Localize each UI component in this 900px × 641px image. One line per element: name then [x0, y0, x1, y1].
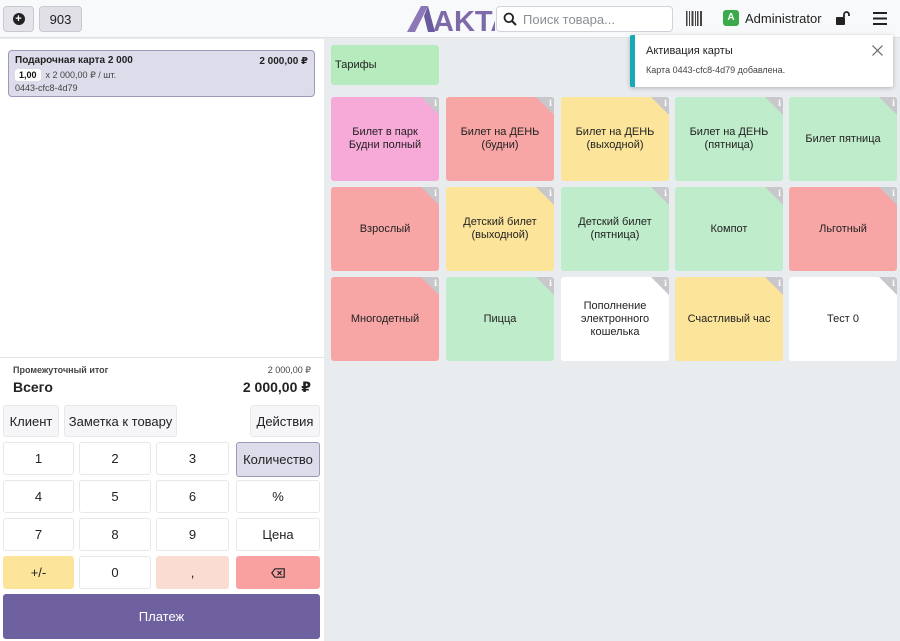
info-icon[interactable]: i	[434, 277, 437, 290]
search-input[interactable]	[523, 11, 663, 27]
notification-toast: Активация карты Карта 0443-cfc8-4d79 доб…	[630, 35, 893, 87]
info-icon[interactable]: i	[892, 277, 895, 290]
backspace-icon	[271, 567, 285, 578]
product-name: Компот	[710, 222, 748, 235]
product-tile[interactable]: i Счастливый час	[675, 277, 783, 361]
info-icon[interactable]: i	[778, 277, 781, 290]
product-name: Билет на ДЕНЬ (пятница)	[689, 126, 769, 151]
key-8[interactable]: 8	[79, 518, 151, 551]
plus-minus-button[interactable]: +/-	[3, 556, 74, 589]
item-note-button[interactable]: Заметка к товару	[64, 405, 177, 437]
plus-circle-icon: +	[12, 13, 25, 25]
new-order-button[interactable]: +	[3, 6, 34, 32]
info-icon[interactable]: i	[778, 97, 781, 110]
product-tile[interactable]: i Компот	[675, 187, 783, 271]
product-name: Взрослый	[359, 222, 411, 235]
product-tile[interactable]: i Билет на ДЕНЬ (будни)	[446, 97, 554, 181]
info-icon[interactable]: i	[664, 97, 667, 110]
product-name: Счастливый час	[687, 312, 771, 325]
product-tile[interactable]: i Тест 0	[789, 277, 897, 361]
product-tile[interactable]: i Детский билет (пятница)	[561, 187, 669, 271]
info-icon[interactable]: i	[778, 187, 781, 200]
product-tile[interactable]: i Взрослый	[331, 187, 439, 271]
key-6[interactable]: 6	[156, 480, 229, 513]
info-icon[interactable]: i	[549, 187, 552, 200]
price-mode-button[interactable]: Цена	[236, 518, 320, 551]
backspace-button[interactable]	[236, 556, 320, 589]
client-button[interactable]: Клиент	[3, 405, 59, 437]
product-tile[interactable]: i Пополнение электронного кошелька	[561, 277, 669, 361]
product-name: Пицца	[483, 312, 517, 325]
product-name: Многодетный	[350, 312, 420, 325]
actions-button[interactable]: Действия	[250, 405, 320, 437]
product-name: Билет пятница	[805, 132, 881, 145]
info-icon[interactable]: i	[549, 277, 552, 290]
product-tile[interactable]: i Детский билет (выходной)	[446, 187, 554, 271]
key-1[interactable]: 1	[3, 442, 74, 475]
close-icon[interactable]	[872, 45, 883, 56]
key-2[interactable]: 2	[79, 442, 151, 475]
info-icon[interactable]: i	[892, 187, 895, 200]
hamburger-menu-icon[interactable]	[873, 12, 887, 25]
product-name: Детский билет (выходной)	[463, 216, 537, 241]
total-label: Всего	[13, 379, 53, 395]
product-tile[interactable]: i Билет в парк Будни полный	[331, 97, 439, 181]
akta-logo: AKTA	[407, 6, 495, 36]
discount-percent-button[interactable]: %	[236, 480, 320, 513]
logo-text: AKTA	[433, 6, 495, 36]
product-tile[interactable]: i Билет на ДЕНЬ (выходной)	[561, 97, 669, 181]
key-4[interactable]: 4	[3, 480, 74, 513]
product-name: Тест 0	[827, 312, 859, 325]
top-bar: + 903 AKTA A Administrator	[0, 0, 900, 38]
cart-item-qty[interactable]: 1,00	[15, 69, 41, 81]
cart-item-code: 0443-cfc8-4d79	[15, 83, 78, 93]
order-number-button[interactable]: 903	[39, 6, 82, 32]
user-avatar: A	[723, 10, 739, 26]
info-icon[interactable]: i	[434, 97, 437, 110]
product-name: Билет в парк Будни полный	[348, 126, 422, 151]
cart-item-unit-price: x 2 000,00 ₽ / шт.	[45, 69, 117, 80]
toast-title: Активация карты	[646, 45, 733, 57]
product-name: Детский билет (пятница)	[578, 216, 652, 241]
cart-item[interactable]: Подарочная карта 2 000 2 000,00 ₽ 1,00 x…	[8, 50, 315, 97]
unlock-icon[interactable]	[836, 11, 850, 26]
info-icon[interactable]: i	[892, 97, 895, 110]
product-name: Льготный	[819, 222, 867, 235]
product-tile[interactable]: i Билет на ДЕНЬ (пятница)	[675, 97, 783, 181]
product-tile[interactable]: i Билет пятница	[789, 97, 897, 181]
key-3[interactable]: 3	[156, 442, 229, 475]
product-name: Билет на ДЕНЬ (будни)	[460, 126, 540, 151]
total-value: 2 000,00 ₽	[242, 379, 311, 395]
user-name: Administrator	[745, 10, 822, 26]
product-name: Билет на ДЕНЬ (выходной)	[575, 126, 655, 151]
user-menu[interactable]: A Administrator	[723, 10, 822, 26]
product-name: Пополнение электронного кошелька	[580, 299, 650, 338]
cart-item-price: 2 000,00 ₽	[259, 56, 308, 67]
subtotal-value: 2 000,00 ₽	[267, 365, 311, 375]
toast-message: Карта 0443-cfc8-4d79 добавлена.	[646, 65, 786, 75]
info-icon[interactable]: i	[664, 187, 667, 200]
search-box[interactable]	[496, 6, 673, 32]
product-tile[interactable]: i Пицца	[446, 277, 554, 361]
product-tile[interactable]: i Льготный	[789, 187, 897, 271]
payment-button[interactable]: Платеж	[3, 594, 320, 639]
subtotal-label: Промежуточный итог	[13, 365, 109, 375]
key-9[interactable]: 9	[156, 518, 229, 551]
info-icon[interactable]: i	[549, 97, 552, 110]
totals: Промежуточный итог 2 000,00 ₽ Всего 2 00…	[0, 357, 324, 402]
barcode-icon[interactable]	[686, 11, 702, 26]
comma-button[interactable]: ,	[156, 556, 229, 589]
key-0[interactable]: 0	[79, 556, 151, 589]
info-icon[interactable]: i	[664, 277, 667, 290]
info-icon[interactable]: i	[434, 187, 437, 200]
product-tile[interactable]: i Многодетный	[331, 277, 439, 361]
category-tariffs[interactable]: Тарифы	[331, 45, 439, 85]
quantity-mode-button[interactable]: Количество	[236, 442, 320, 477]
key-5[interactable]: 5	[79, 480, 151, 513]
search-icon	[503, 12, 517, 26]
key-7[interactable]: 7	[3, 518, 74, 551]
